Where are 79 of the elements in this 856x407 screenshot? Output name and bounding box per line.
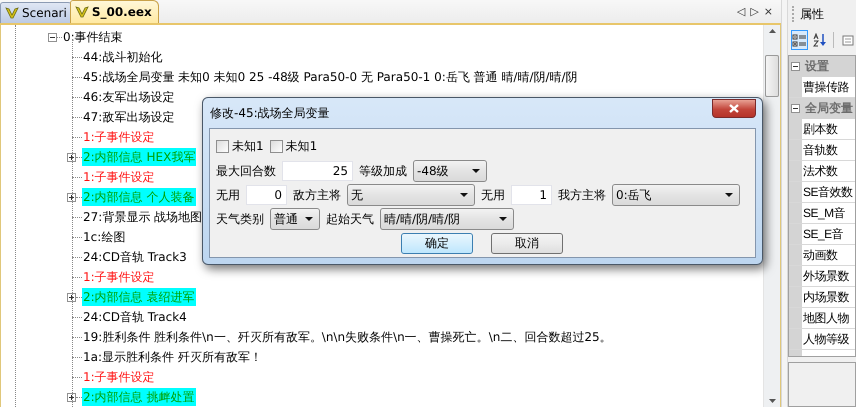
collapse-icon[interactable] [48, 32, 57, 42]
page-icon [842, 34, 854, 46]
property-name[interactable]: 外场景数 [802, 268, 849, 284]
checkbox-label: 未知1 [286, 138, 318, 154]
scroll-left-button[interactable]: ◁ [736, 5, 746, 18]
tree-item[interactable]: 45:战场全局变量 未知0 未知0 25 -48级 Para50-0 无 Para50-1 0:岳飞 普通 晴/晴/阴/晴/阴 [82, 68, 579, 86]
categorized-icon [792, 34, 808, 46]
tree-item[interactable]: 1c:绘图 [82, 228, 126, 246]
property-name[interactable]: 地图人物 [802, 310, 849, 326]
panel-title: 属性 [800, 6, 824, 22]
dialog-title: 修改-45:战场全局变量 [209, 104, 330, 122]
caret-icon [305, 217, 313, 221]
number-field[interactable]: 25 [282, 161, 353, 181]
field-label: 最大回合数 [216, 162, 276, 180]
field-label: 无用 [216, 186, 240, 204]
caret-icon [499, 217, 507, 221]
tree-item[interactable]: 27:背景显示 战场地图 [82, 208, 204, 226]
property-name[interactable]: 法术数 [802, 162, 838, 180]
tree-item[interactable]: 44:战斗初始化 [82, 48, 164, 66]
checkbox-label: 未知1 [232, 138, 264, 154]
tree-item[interactable]: 1:子事件设定 [82, 168, 156, 186]
field-label: 我方主将 [558, 186, 606, 204]
cancel-button[interactable]: 取消 [491, 232, 563, 254]
checkbox[interactable] [216, 140, 229, 152]
scroll-thumb[interactable] [765, 55, 779, 97]
number-field[interactable]: 1 [511, 185, 552, 205]
property-name[interactable]: SE_E音 [802, 226, 844, 242]
field-label: 起始天气 [326, 210, 374, 228]
tree-item[interactable]: 46:友军出场设定 [82, 88, 176, 106]
tree-item[interactable]: 24:CD音轨 Track4 [82, 308, 188, 326]
sort-icon [812, 33, 827, 47]
tree-item[interactable]: 19:胜利条件 胜利条件\n一、歼灭所有敌军。\n\n失败条件\n一、曹操死亡。\n二、回合数超过25。 [82, 328, 613, 346]
field-label: 等级加成 [359, 162, 407, 180]
dropdown[interactable]: 无 [347, 184, 475, 206]
close-button[interactable] [712, 99, 756, 118]
ok-button[interactable]: 确定 [401, 232, 473, 254]
check-icon [74, 5, 89, 19]
property-name[interactable]: 曹操传路 [802, 78, 849, 96]
scroll-down-icon[interactable] [768, 399, 776, 403]
check-icon [5, 6, 19, 20]
scroll-up-icon[interactable] [768, 29, 776, 33]
expand-icon[interactable] [67, 152, 76, 162]
scroll-right-button[interactable]: ▷ [750, 5, 759, 18]
close-icon [729, 104, 739, 113]
dropdown[interactable]: 普通 [270, 208, 320, 230]
property-name[interactable]: 人物等级 [802, 330, 849, 348]
tree-item[interactable]: 1:子事件设定 [82, 268, 156, 286]
editor-tab[interactable]: S_00.eex [70, 0, 159, 23]
property-name[interactable]: SE音效数 [802, 184, 853, 200]
property-name[interactable]: 剧本数 [802, 120, 838, 138]
field-label: 天气类别 [216, 210, 264, 228]
categorized-button[interactable] [791, 30, 808, 50]
tree-item[interactable]: 1:子事件设定 [82, 128, 156, 146]
dropdown[interactable]: 0:岳飞 [612, 184, 740, 206]
dropdown[interactable]: 晴/晴/阴/晴/阴 [380, 208, 514, 230]
collapse-icon[interactable] [791, 104, 800, 113]
caret-icon [472, 169, 480, 173]
caret-icon [725, 193, 733, 197]
tree-item[interactable]: 24:CD音轨 Track3 [82, 248, 188, 266]
field-label: 敌方主将 [293, 186, 341, 204]
grip-handle[interactable] [792, 6, 794, 22]
property-name[interactable]: 内场景数 [802, 288, 849, 306]
field-label: 无用 [481, 186, 505, 204]
property-name[interactable]: 动画数 [802, 246, 838, 264]
collapse-icon[interactable] [791, 62, 800, 71]
dropdown[interactable]: -48级 [413, 160, 487, 182]
expand-icon[interactable] [67, 192, 76, 202]
scrollbar[interactable] [763, 25, 780, 407]
close-button[interactable]: × [764, 5, 773, 18]
checkbox[interactable] [270, 140, 283, 152]
property-name[interactable]: SE_M音 [802, 204, 846, 222]
property-name[interactable]: 音轨数 [802, 142, 838, 158]
tree-item[interactable]: 1:子事件设定 [82, 368, 156, 386]
number-field[interactable]: 0 [246, 185, 287, 205]
tree-item[interactable]: 47:敌军出场设定 [82, 108, 176, 126]
tree-item[interactable]: 1a:显示胜利条件 歼灭所有敌军！ [82, 348, 263, 366]
expand-icon[interactable] [67, 292, 76, 302]
expand-icon[interactable] [67, 392, 76, 402]
caret-icon [460, 193, 468, 197]
